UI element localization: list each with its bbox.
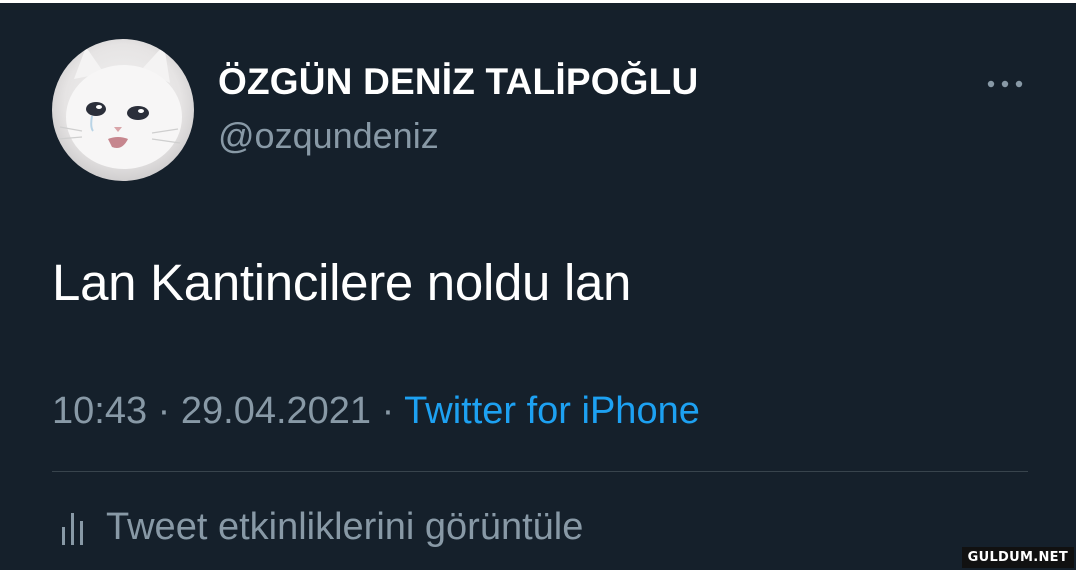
avatar[interactable]	[52, 39, 194, 181]
more-horizontal-icon	[987, 80, 1023, 88]
divider	[52, 471, 1028, 472]
watermark: GULDUM.NET	[961, 547, 1074, 568]
tweet-card: ÖZGÜN DENİZ TALİPOĞLU @ozqundeniz Lan Ka…	[0, 3, 1076, 570]
tweet-meta: 10:43 · 29.04.2021 · Twitter for iPhone	[52, 390, 700, 433]
right-border	[1076, 0, 1080, 570]
cat-face-icon	[57, 45, 182, 169]
tweet-source-link[interactable]: Twitter for iPhone	[404, 390, 700, 432]
meta-separator: ·	[157, 390, 171, 432]
author-handle[interactable]: @ozqundeniz	[218, 115, 439, 157]
tweet-date[interactable]: 29.04.2021	[181, 390, 371, 432]
bar-chart-icon	[62, 513, 83, 545]
tweet-time[interactable]: 10:43	[52, 390, 147, 432]
meta-separator: ·	[381, 390, 395, 432]
tweet-activity-label: Tweet etkinliklerini görüntüle	[106, 505, 584, 548]
tweet-text: Lan Kantincilere noldu lan	[52, 254, 632, 311]
tweet-activity-link[interactable]: Tweet etkinliklerini görüntüle	[60, 505, 583, 549]
more-options-button[interactable]	[985, 77, 1025, 91]
author-display-name[interactable]: ÖZGÜN DENİZ TALİPOĞLU	[218, 61, 698, 103]
